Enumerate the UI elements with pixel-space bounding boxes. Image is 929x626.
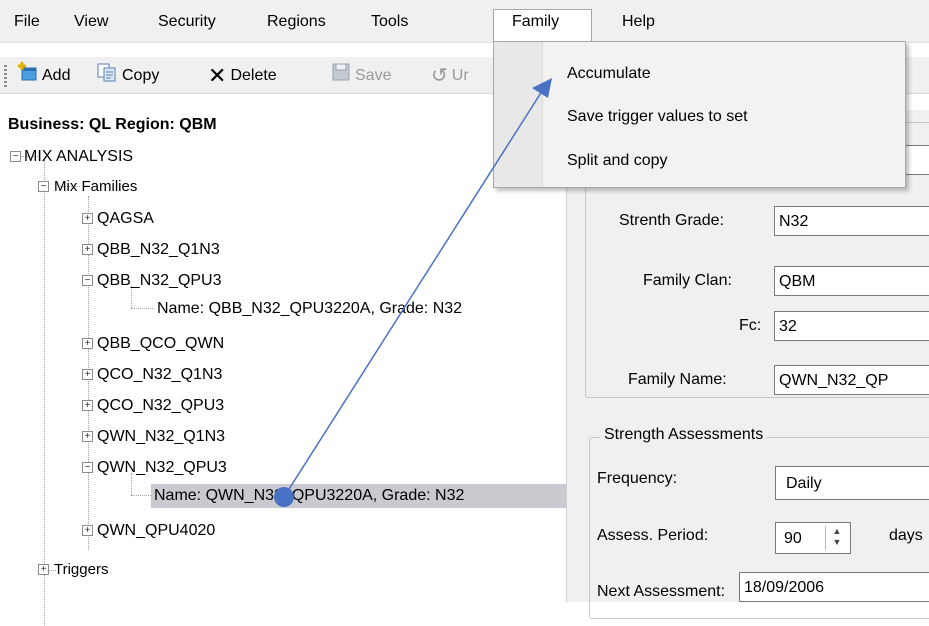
spin-button[interactable]: ▲ ▼ bbox=[825, 526, 848, 550]
menu-family[interactable]: Family bbox=[493, 9, 592, 42]
expand-icon[interactable]: + bbox=[82, 338, 93, 349]
tree-node-family[interactable]: QBB_QCO_QWN bbox=[97, 332, 224, 356]
next-assessment-label: Next Assessment: bbox=[597, 583, 726, 600]
expand-icon[interactable]: + bbox=[82, 244, 93, 255]
expand-icon[interactable]: + bbox=[82, 525, 93, 536]
save-button[interactable]: Save bbox=[331, 63, 391, 89]
family-clan-field[interactable]: QBM bbox=[774, 266, 929, 296]
collapse-icon[interactable]: − bbox=[82, 462, 93, 473]
toolbar-grip[interactable] bbox=[4, 65, 7, 87]
tree-node-mix-families[interactable]: Mix Families bbox=[54, 175, 137, 199]
menu-item-split-and-copy[interactable]: Split and copy bbox=[567, 149, 668, 173]
menu-regions[interactable]: Regions bbox=[267, 10, 326, 34]
tree-header: Business: QL Region: QBM bbox=[8, 116, 217, 133]
expand-icon[interactable]: + bbox=[82, 431, 93, 442]
expand-icon[interactable]: + bbox=[82, 369, 93, 380]
tree-node-family[interactable]: QAGSA bbox=[97, 207, 154, 231]
copy-label: Copy bbox=[122, 67, 160, 84]
assess-period-label: Assess. Period: bbox=[597, 527, 709, 544]
menu-item-save-trigger-values[interactable]: Save trigger values to set bbox=[567, 105, 748, 129]
menu-file[interactable]: File bbox=[14, 10, 40, 34]
tree-node-family[interactable]: QBB_N32_QPU3 bbox=[97, 269, 222, 293]
tree-node-triggers[interactable]: Triggers bbox=[54, 558, 108, 582]
menu-bar: File View Security Regions Tools Family … bbox=[0, 0, 929, 43]
menu-security[interactable]: Security bbox=[158, 10, 216, 34]
family-name-field[interactable]: QWN_N32_QP bbox=[774, 365, 929, 395]
tree-node-family[interactable]: QCO_N32_Q1N3 bbox=[97, 363, 222, 387]
tree-node-family[interactable]: QBB_N32_Q1N3 bbox=[97, 238, 220, 262]
copy-button[interactable]: Copy bbox=[96, 63, 159, 89]
tree-node-family[interactable]: QWN_N32_QPU3 bbox=[97, 456, 227, 480]
menu-tools[interactable]: Tools bbox=[371, 10, 408, 34]
undo-button[interactable]: ↺ Ur bbox=[431, 63, 469, 89]
save-label: Save bbox=[355, 67, 392, 84]
add-button[interactable]: Add bbox=[16, 61, 71, 91]
tree-view[interactable]: Business: QL Region: QBM − MIX ANALYSIS … bbox=[0, 110, 568, 626]
days-unit-label: days bbox=[889, 527, 923, 544]
fc-label: Fc: bbox=[739, 317, 762, 334]
expand-icon[interactable]: + bbox=[82, 213, 93, 224]
undo-icon: ↺ bbox=[431, 65, 448, 87]
delete-icon: ✕ bbox=[208, 63, 227, 88]
collapse-icon[interactable]: − bbox=[10, 151, 21, 162]
collapse-icon[interactable]: − bbox=[38, 181, 49, 192]
delete-button[interactable]: ✕ Delete bbox=[208, 63, 277, 89]
undo-label: Ur bbox=[451, 67, 469, 84]
add-icon bbox=[16, 61, 38, 91]
assess-period-value: 90 bbox=[784, 530, 802, 547]
assess-period-input[interactable]: 90 ▲ ▼ bbox=[775, 522, 851, 554]
menu-icon-gutter bbox=[494, 42, 543, 187]
save-icon bbox=[331, 62, 351, 91]
strength-grade-label: Strenth Grade: bbox=[619, 212, 724, 229]
tree-line bbox=[131, 308, 153, 309]
strength-grade-field[interactable]: N32 bbox=[774, 206, 929, 236]
menu-view[interactable]: View bbox=[74, 10, 108, 34]
family-name-label: Family Name: bbox=[628, 371, 727, 388]
strength-assessments-title: Strength Assessments bbox=[600, 426, 768, 444]
tree-node-family[interactable]: QWN_N32_Q1N3 bbox=[97, 425, 225, 449]
tree-node-family[interactable]: QWN_QPU4020 bbox=[97, 519, 215, 543]
family-clan-label: Family Clan: bbox=[643, 272, 732, 289]
collapse-icon[interactable]: − bbox=[82, 275, 93, 286]
menu-help[interactable]: Help bbox=[622, 10, 655, 34]
add-label: Add bbox=[42, 67, 71, 84]
family-dropdown-menu: Accumulate Save trigger values to set Sp… bbox=[493, 41, 906, 188]
tree-node-item-selected[interactable]: Name: QWN_N32_QPU3220A, Grade: N32 bbox=[151, 484, 568, 508]
delete-label: Delete bbox=[230, 67, 277, 84]
tree-line bbox=[44, 160, 45, 626]
frequency-label: Frequency: bbox=[597, 470, 678, 487]
frequency-select[interactable]: Daily bbox=[775, 466, 929, 500]
tree-node-root[interactable]: MIX ANALYSIS bbox=[24, 145, 133, 169]
menu-item-accumulate[interactable]: Accumulate bbox=[567, 62, 651, 86]
tree-node-item[interactable]: Name: QBB_N32_QPU3220A, Grade: N32 bbox=[157, 297, 462, 321]
copy-icon bbox=[96, 62, 118, 91]
tree-line bbox=[131, 495, 153, 496]
fc-field[interactable]: 32 bbox=[774, 311, 929, 341]
expand-icon[interactable]: + bbox=[82, 400, 93, 411]
expand-icon[interactable]: + bbox=[38, 564, 49, 575]
tree-node-family[interactable]: QCO_N32_QPU3 bbox=[97, 394, 224, 418]
next-assessment-field[interactable]: 18/09/2006 bbox=[739, 572, 929, 602]
